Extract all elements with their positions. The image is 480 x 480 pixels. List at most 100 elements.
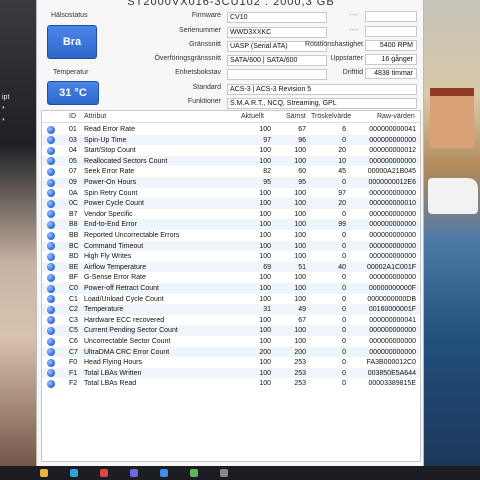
cell-worst: 253 (294, 380, 306, 388)
table-row[interactable]: 01 Read Error Rate 100 67 6 000000000041 (42, 124, 420, 135)
cell-current: 100 (259, 189, 271, 197)
cell-current: 100 (259, 316, 271, 324)
cell-worst: 67 (298, 316, 306, 324)
cell-current: 100 (259, 232, 271, 239)
table-row[interactable]: C0 Power-off Retract Count 100 100 0 00000000… (42, 283, 420, 294)
table-row[interactable]: 0C Power Cycle Count 100 100 20 000000000010 (42, 198, 420, 209)
cell-id: C6 (69, 338, 78, 345)
table-row[interactable]: C5 Current Pending Sector Count 100 100 0 000… (42, 325, 420, 336)
cell-raw: 000000000000 (369, 348, 416, 356)
table-row[interactable]: C6 Uncorrectable Sector Count 100 100 0 00000… (42, 336, 420, 347)
cell-attribute: UltraDMA CRC Error Count (84, 348, 170, 356)
settings-icon[interactable] (220, 469, 228, 477)
status-good-icon (47, 242, 55, 251)
cell-raw: FA3B000012C0 (366, 359, 416, 367)
cell-raw: 00003389815E (368, 380, 417, 388)
status-good-icon (47, 252, 55, 261)
cell-raw: 000000000000 (369, 189, 416, 197)
drive-title: ST2000VX016-3CU102 : 2000,3 GB (127, 0, 335, 8)
crystaldisk-icon[interactable] (190, 469, 198, 477)
power-on-hours-label: Drifttid (342, 69, 363, 76)
table-row[interactable]: 0A Spin Retry Count 100 100 97 000000000000 (42, 188, 420, 199)
cell-attribute: Airflow Temperature (84, 263, 147, 271)
dash-placeholder: ---- (349, 12, 359, 19)
table-row[interactable]: BE Airflow Temperature 69 51 40 00002A1C001F (42, 261, 420, 273)
cell-raw: 000000000000 (369, 327, 416, 335)
cell-attribute: Reallocated Sectors Count (84, 157, 168, 165)
table-header: ID Attribut Aktuellt Sämst Tröskelvärde … (42, 111, 420, 123)
mail-icon[interactable] (160, 469, 168, 477)
table-row[interactable]: F1 Total LBAs Written 100 253 0 003850E5A644 (42, 367, 420, 379)
cell-current: 100 (259, 274, 271, 282)
table-row[interactable]: F2 Total LBAs Read 100 253 0 00003389815E (42, 378, 420, 389)
app-icon[interactable] (100, 469, 108, 477)
cell-id: C2 (69, 306, 78, 314)
column-current[interactable]: Aktuellt (241, 113, 264, 120)
wallpaper-building (430, 88, 474, 148)
column-raw[interactable]: Raw-värden (377, 113, 415, 120)
cell-raw: 0000000000DB (367, 295, 416, 303)
drive-letter-label: Enhetsbokstav (175, 69, 221, 76)
health-status-button[interactable]: Bra (47, 25, 97, 59)
cell-attribute: Head Flying Hours (84, 359, 142, 367)
column-id[interactable]: ID (69, 113, 76, 120)
transfer-mode-label: Överföringsgränssnitt (154, 55, 221, 62)
cell-worst: 100 (294, 327, 306, 335)
cell-current: 100 (259, 338, 271, 345)
table-row[interactable]: BC Command Timeout 100 100 0 000000000000 (42, 240, 420, 252)
cell-current: 100 (259, 242, 271, 250)
smart-attributes-table[interactable]: ID Attribut Aktuellt Sämst Tröskelvärde … (41, 110, 421, 462)
store-icon[interactable] (130, 469, 138, 477)
cell-attribute: Start/Stop Count (84, 147, 136, 155)
table-row[interactable]: 04 Start/Stop Count 100 100 20 000000000012 (42, 145, 420, 156)
cell-raw: 000000000000 (369, 253, 416, 261)
table-row[interactable]: C1 Load/Unload Cycle Count 100 100 0 00000000… (42, 294, 420, 305)
taskbar (0, 466, 480, 480)
cell-attribute: Spin-Up Time (84, 136, 127, 144)
cell-raw: 000000000000 (369, 210, 416, 218)
table-row[interactable]: 09 Power-On Hours 95 95 0 0000000012E6 (42, 177, 420, 188)
cell-worst: 100 (294, 285, 306, 292)
status-good-icon (47, 125, 55, 134)
cell-current: 100 (259, 285, 271, 292)
edge-icon[interactable] (70, 469, 78, 477)
cell-raw: 000000000000 (369, 274, 416, 282)
cell-id: B7 (69, 210, 78, 218)
explorer-icon[interactable] (40, 469, 48, 477)
table-row[interactable]: C3 Hardware ECC recovered 100 67 0 0000000000… (42, 315, 420, 326)
table-row[interactable]: BF G-Sense Error Rate 100 100 0 000000000000 (42, 272, 420, 283)
cell-id: C5 (69, 327, 78, 335)
cell-id: 05 (69, 157, 77, 165)
serial-value: WWD3XXKC (227, 26, 327, 38)
cell-id: BF (69, 274, 78, 282)
temperature-button[interactable]: 31 °C (47, 81, 99, 105)
cell-id: F1 (69, 369, 78, 377)
cell-id: 0A (69, 189, 78, 197)
table-row[interactable]: 03 Spin-Up Time 97 96 0 000000000000 (42, 134, 420, 146)
cell-current: 69 (263, 263, 271, 271)
temperature-label: Temperatur (53, 69, 89, 76)
features-value: S.M.A.R.T., NCQ, Streaming, GPL (227, 97, 417, 109)
column-attribute[interactable]: Attribut (84, 113, 106, 120)
serial-label: Serienummer (178, 27, 221, 34)
table-row[interactable]: B7 Vendor Specific 100 100 0 000000000000 (42, 209, 420, 220)
cell-id: F2 (69, 380, 78, 388)
table-row[interactable]: 07 Seek Error Rate 82 60 45 00000A21B045 (42, 166, 420, 177)
table-row[interactable]: C2 Temperature 31 49 0 00160000001F (42, 304, 420, 315)
cell-attribute: G-Sense Error Rate (84, 274, 146, 282)
cell-id: B8 (69, 221, 78, 229)
cell-worst: 100 (294, 147, 306, 155)
cell-id: BC (69, 242, 79, 250)
status-good-icon (47, 348, 55, 357)
table-row[interactable]: C7 UltraDMA CRC Error Count 200 200 0 0000000… (42, 346, 420, 358)
column-worst[interactable]: Sämst (286, 113, 306, 120)
cell-raw: 000000000000 (369, 136, 416, 144)
table-row[interactable]: 05 Reallocated Sectors Count 100 100 10 00000… (42, 155, 420, 167)
column-threshold[interactable]: Tröskelvärde (311, 113, 351, 120)
table-row[interactable]: B8 End-to-End Error 100 100 99 000000000000 (42, 219, 420, 230)
table-row[interactable]: F0 Head Flying Hours 100 253 0 FA3B000012C0 (42, 357, 420, 368)
cell-id: 03 (69, 136, 77, 144)
table-row[interactable]: BD High Fly Writes 100 100 0 000000000000 (42, 251, 420, 262)
table-row[interactable]: BB Reported Uncorrectable Errors 100 100 0 00… (42, 230, 420, 241)
cell-id: 0C (69, 200, 78, 208)
